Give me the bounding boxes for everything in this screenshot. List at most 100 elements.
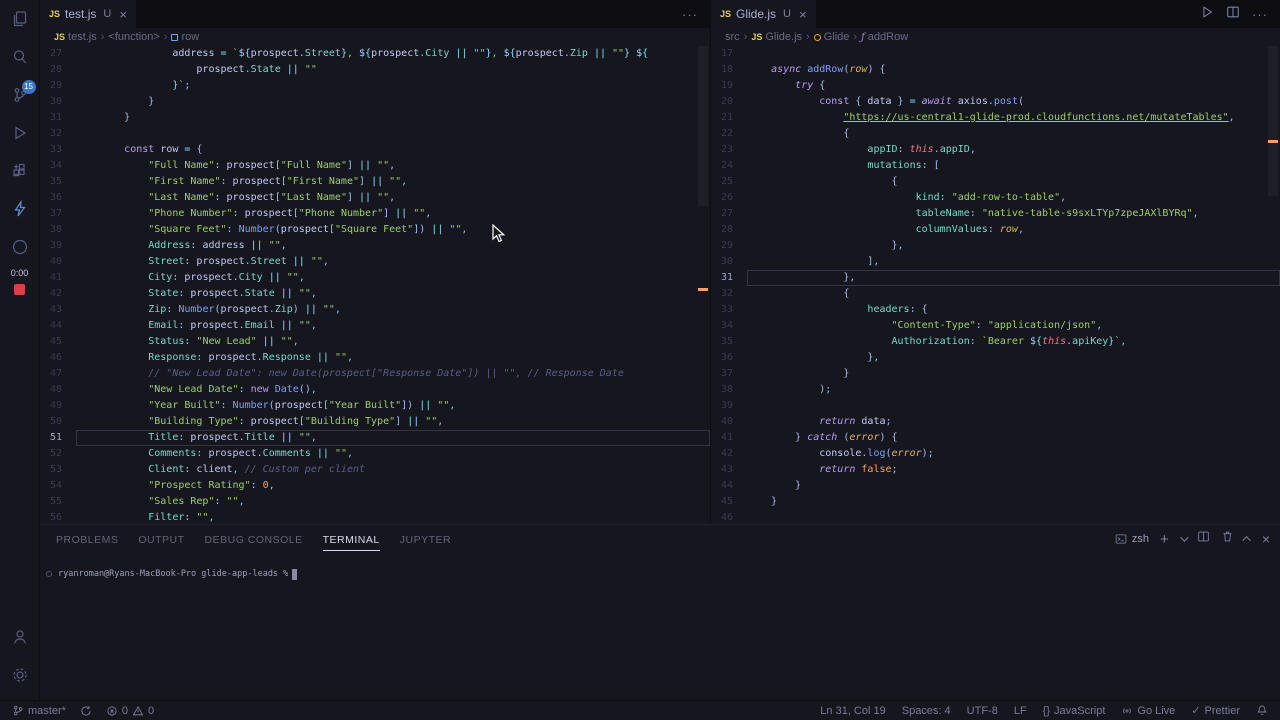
indentation-indicator[interactable]: Spaces: 4	[902, 705, 951, 717]
code-line-content[interactable]: Client: client, // Custom per client	[76, 462, 710, 478]
code-line-content[interactable]: "Year Built": Number(prospect["Year Buil…	[76, 398, 710, 414]
scrollbar-right[interactable]	[1268, 46, 1278, 196]
new-terminal-icon[interactable]: +	[1160, 532, 1169, 547]
breadcrumb-folder[interactable]: src	[725, 31, 740, 43]
code-line-content[interactable]: }	[747, 494, 1280, 510]
line-number[interactable]: 40	[711, 414, 747, 430]
line-number[interactable]: 38	[40, 222, 76, 238]
recording-stop-button[interactable]	[14, 284, 25, 295]
code-line-content[interactable]: }	[747, 366, 1280, 382]
line-number[interactable]: 53	[40, 462, 76, 478]
line-number[interactable]: 28	[711, 222, 747, 238]
code-line-31[interactable]: 31 },	[711, 270, 1280, 286]
code-line-51[interactable]: 51 Title: prospect.Title || "",	[40, 430, 710, 446]
settings-gear-icon[interactable]	[0, 656, 40, 694]
code-line-45[interactable]: 45 }	[711, 494, 1280, 510]
code-line-content[interactable]: {	[747, 286, 1280, 302]
code-line-content[interactable]: Authorization: `Bearer ${this.apiKey}`,	[747, 334, 1280, 350]
tab-close-icon[interactable]: ×	[119, 7, 127, 22]
code-line-21[interactable]: 21 "https://us-central1-glide-prod.cloud…	[711, 110, 1280, 126]
extensions-icon[interactable]	[0, 152, 40, 190]
code-line-content[interactable]: return false;	[747, 462, 1280, 478]
line-number[interactable]: 44	[40, 318, 76, 334]
code-line-content[interactable]: );	[747, 382, 1280, 398]
code-line-34[interactable]: 34 "Content-Type": "application/json",	[711, 318, 1280, 334]
code-line-content[interactable]: // "New Lead Date": new Date(prospect["R…	[76, 366, 710, 382]
account-icon[interactable]	[0, 618, 40, 656]
split-editor-icon[interactable]	[1226, 5, 1240, 24]
line-number[interactable]: 51	[40, 430, 76, 446]
line-number[interactable]: 43	[711, 462, 747, 478]
run-code-icon[interactable]	[1200, 5, 1214, 24]
cursor-position-indicator[interactable]: Ln 31, Col 19	[820, 705, 885, 717]
code-line-36[interactable]: 36 "Last Name": prospect["Last Name"] ||…	[40, 190, 710, 206]
code-line-42[interactable]: 42 console.log(error);	[711, 446, 1280, 462]
code-line-content[interactable]: },	[747, 270, 1280, 286]
line-number[interactable]: 27	[40, 46, 76, 62]
code-line-42[interactable]: 42 State: prospect.State || "",	[40, 286, 710, 302]
sync-changes-button[interactable]	[80, 705, 92, 717]
code-editor-glide-js[interactable]: 17 18 async addRow(row) {19 try {20 const…	[711, 46, 1280, 524]
line-number[interactable]: 31	[711, 270, 747, 286]
code-line-24[interactable]: 24 mutations: [	[711, 158, 1280, 174]
breadcrumb-file[interactable]: JS Glide.js	[751, 31, 802, 43]
line-number[interactable]: 24	[711, 158, 747, 174]
code-line-content[interactable]: Comments: prospect.Comments || "",	[76, 446, 710, 462]
explorer-icon[interactable]	[0, 0, 40, 38]
code-line-40[interactable]: 40 Street: prospect.Street || "",	[40, 254, 710, 270]
code-line-content[interactable]: }`;	[76, 78, 710, 94]
tab-jupyter[interactable]: JUPYTER	[400, 528, 451, 550]
line-number[interactable]: 29	[711, 238, 747, 254]
tab-glide-js[interactable]: JS Glide.js U ×	[711, 0, 817, 28]
line-number[interactable]: 46	[40, 350, 76, 366]
breadcrumb-function[interactable]: <function>	[108, 31, 159, 43]
line-number[interactable]: 44	[711, 478, 747, 494]
code-line-25[interactable]: 25 {	[711, 174, 1280, 190]
code-line-37[interactable]: 37 }	[711, 366, 1280, 382]
code-line-47[interactable]: 47 // "New Lead Date": new Date(prospect…	[40, 366, 710, 382]
code-line-content[interactable]: Response: prospect.Response || "",	[76, 350, 710, 366]
code-line-33[interactable]: 33 const row = {	[40, 142, 710, 158]
code-line-19[interactable]: 19 try {	[711, 78, 1280, 94]
code-line-41[interactable]: 41 } catch (error) {	[711, 430, 1280, 446]
code-line-content[interactable]: "Last Name": prospect["Last Name"] || ""…	[76, 190, 710, 206]
code-line-content[interactable]: }	[747, 478, 1280, 494]
code-line-content[interactable]	[747, 398, 1280, 414]
notifications-bell[interactable]	[1256, 704, 1268, 717]
code-line-27[interactable]: 27 tableName: "native-table-s9sxLTYp7zpe…	[711, 206, 1280, 222]
line-number[interactable]: 42	[40, 286, 76, 302]
source-control-icon[interactable]: 15	[0, 76, 40, 114]
breadcrumb-symbol-row[interactable]: row	[171, 31, 199, 43]
breadcrumb-file[interactable]: JS test.js	[54, 31, 97, 43]
code-line-content[interactable]: Title: prospect.Title || "",	[76, 430, 710, 446]
code-line-20[interactable]: 20 const { data } = await axios.post(	[711, 94, 1280, 110]
more-actions-icon[interactable]: ···	[682, 7, 698, 22]
code-line-content[interactable]: },	[747, 238, 1280, 254]
line-number[interactable]: 20	[711, 94, 747, 110]
code-line-50[interactable]: 50 "Building Type": prospect["Building T…	[40, 414, 710, 430]
code-line-35[interactable]: 35 Authorization: `Bearer ${this.apiKey}…	[711, 334, 1280, 350]
code-line-30[interactable]: 30 ],	[711, 254, 1280, 270]
code-line-content[interactable]: Filter: "",	[76, 510, 710, 524]
code-line-content[interactable]: "https://us-central1-glide-prod.cloudfun…	[747, 110, 1280, 126]
code-line-content[interactable]: async addRow(row) {	[747, 62, 1280, 78]
tab-close-icon[interactable]: ×	[799, 7, 807, 22]
code-line-content[interactable]: console.log(error);	[747, 446, 1280, 462]
code-line-content[interactable]: "Sales Rep": "",	[76, 494, 710, 510]
code-line-content[interactable]: prospect.State || ""	[76, 62, 710, 78]
code-line-content[interactable]: Status: "New Lead" || "",	[76, 334, 710, 350]
breadcrumb-class-glide[interactable]: Glide	[813, 31, 849, 43]
code-line-28[interactable]: 28 prospect.State || ""	[40, 62, 710, 78]
code-line-content[interactable]: Zip: Number(prospect.Zip) || "",	[76, 302, 710, 318]
line-number[interactable]: 32	[40, 126, 76, 142]
breadcrumb-method-addrow[interactable]: ƒ addRow	[861, 31, 908, 43]
code-line-45[interactable]: 45 Status: "New Lead" || "",	[40, 334, 710, 350]
line-number[interactable]: 26	[711, 190, 747, 206]
line-number[interactable]: 40	[40, 254, 76, 270]
line-number[interactable]: 27	[711, 206, 747, 222]
prettier-indicator[interactable]: ✓ Prettier	[1191, 704, 1240, 718]
line-number[interactable]: 50	[40, 414, 76, 430]
line-number[interactable]: 33	[40, 142, 76, 158]
line-number[interactable]: 45	[711, 494, 747, 510]
line-number[interactable]: 30	[40, 94, 76, 110]
